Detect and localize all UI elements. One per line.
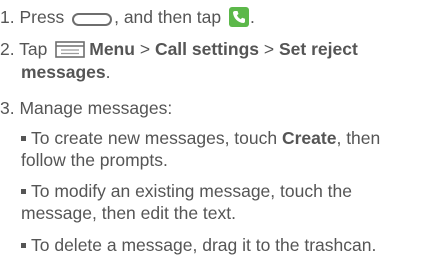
bullet-3-line1: To delete a message, drag it to the tras… [31, 235, 377, 255]
step-2-tap-text: Tap [19, 39, 48, 59]
bullet-modify: To modify an existing message, touch the [21, 180, 352, 202]
step-1-text-after: . [250, 7, 255, 27]
set-reject-label-line1: Set reject [278, 39, 358, 59]
call-settings-label: Call settings [154, 39, 259, 59]
step-number: 3. [0, 98, 15, 118]
bullet-marker [21, 243, 26, 248]
instruction-document: 1. Press , and then tap . 2. Tap Menu > … [0, 0, 444, 260]
step-1: 1. Press , and then tap . [0, 6, 255, 28]
step-2: 2. Tap Menu > Call settings > Set reject [0, 38, 358, 60]
bullet-2-line1: To modify an existing message, touch the [31, 181, 353, 201]
create-label: Create [281, 128, 337, 148]
bullet-modify-continued: message, then edit the text. [21, 202, 236, 224]
bullet-create: To create new messages, touch Create, th… [21, 127, 380, 149]
set-reject-label-line2: messages [21, 62, 106, 82]
bullet-2-line2: message, then edit the text. [21, 203, 236, 223]
bullet-delete: To delete a message, drag it to the tras… [21, 234, 376, 256]
step-3: 3. Manage messages: [0, 97, 172, 119]
step-1-text-before: Press [19, 7, 65, 27]
separator-1: > [139, 39, 151, 59]
bullet-marker [21, 189, 26, 194]
home-key-icon [72, 13, 113, 26]
bullet-marker [21, 136, 26, 141]
menu-label: Menu [89, 39, 135, 59]
step-2-period: . [105, 62, 111, 82]
bullet-1-text-after: , then [336, 128, 381, 148]
menu-key-icon [55, 41, 86, 58]
step-number: 2. [0, 39, 15, 59]
step-1-text-middle: , and then tap [114, 7, 222, 27]
bullet-1-line2: follow the prompts. [21, 150, 168, 170]
phone-app-icon [229, 7, 250, 27]
bullet-create-continued: follow the prompts. [21, 149, 168, 171]
step-3-text: Manage messages: [19, 98, 173, 118]
step-number: 1. [0, 7, 15, 27]
separator-2: > [263, 39, 275, 59]
bullet-1-text-before: To create new messages, touch [31, 128, 278, 148]
step-2-continued: messages. [21, 61, 111, 83]
